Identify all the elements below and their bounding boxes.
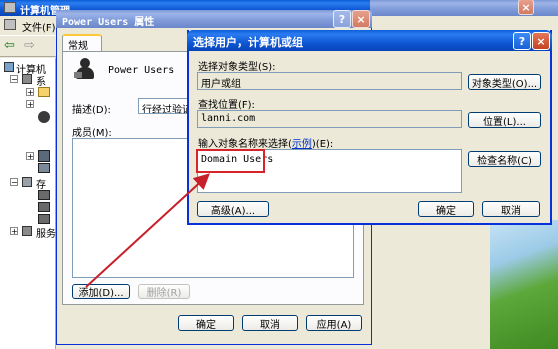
annotation-arrow: [85, 173, 210, 288]
